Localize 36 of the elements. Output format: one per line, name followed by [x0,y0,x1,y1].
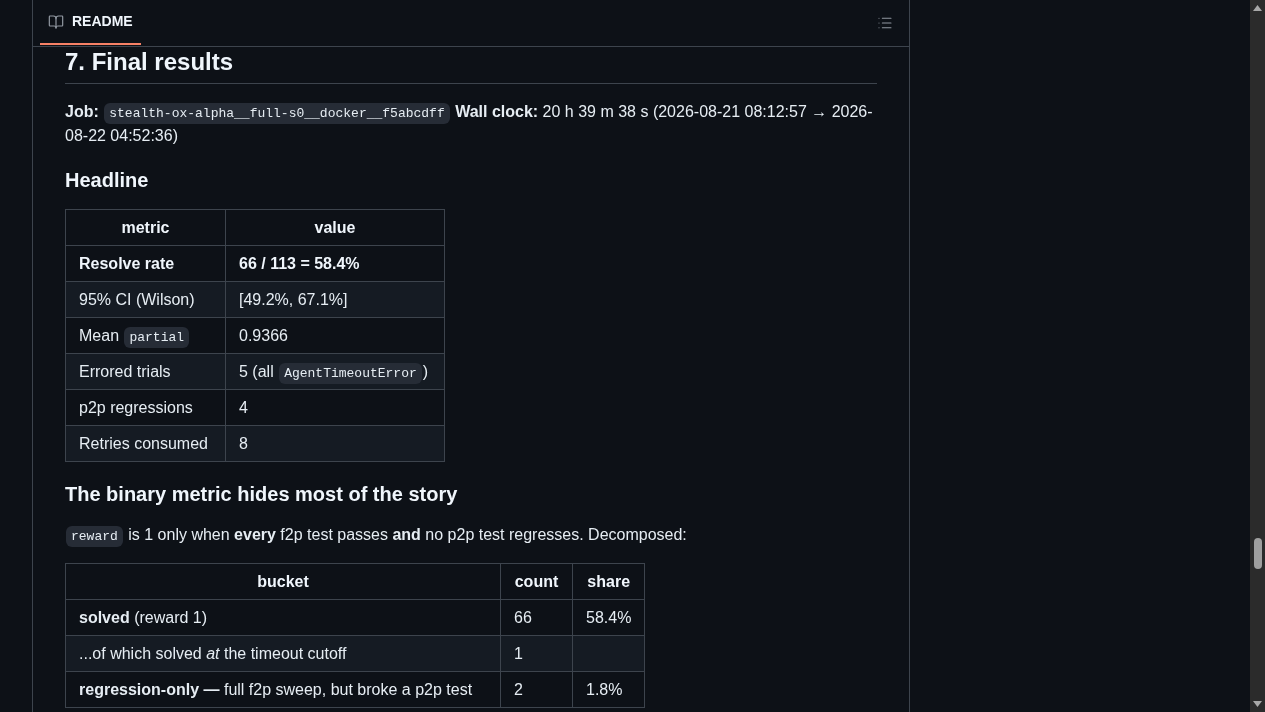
table-cell: Resolve rate [65,245,226,282]
table-cell: solved (reward 1) [65,599,501,636]
section-heading: 7. Final results [65,47,877,84]
list-icon [877,15,893,31]
readme-tab[interactable]: README [40,0,141,45]
scrollbar-thumb[interactable] [1253,538,1262,569]
column-header: share [572,563,645,600]
table-cell: 1 [500,635,573,672]
table-cell: regression-only — full f2p sweep, but broke a p2p test [65,671,501,708]
paragraph: reward is 1 only when every f2p test passes and no p2p test regresses. Decomposed: [65,523,877,547]
table-cell: Errored trials [65,353,226,390]
table-cell: [49.2%, 67.1%] [225,281,445,318]
scroll-up-arrow-icon[interactable] [1253,5,1262,11]
table-cell: Mean partial [65,317,226,354]
book-icon [48,13,64,30]
column-header: count [500,563,573,600]
table-cell: 5 (all AgentTimeoutError ) [225,353,445,390]
table-cell: 0.9366 [225,317,445,354]
table-cell: 58.4% [572,599,645,636]
table-cell: 2 [500,671,573,708]
column-header: metric [65,209,226,246]
table-cell: 8 [225,425,445,462]
table-cell: 66 / 113 = 58.4% [225,245,445,282]
table-cell: p2p regressions [65,389,226,426]
subsection-heading: The binary metric hides most of the story [65,482,459,507]
subsection-heading: Headline [65,168,150,193]
table-cell: 4 [225,389,445,426]
table-cell: 66 [500,599,573,636]
table-cell: Retries consumed [65,425,226,462]
column-header: value [225,209,445,246]
table-cell: ...of which solved at the timeout cutoff [65,635,501,672]
scroll-down-arrow-icon[interactable] [1253,701,1262,707]
table-cell: 1.8% [572,671,645,708]
column-header: bucket [65,563,501,600]
table-cell: 95% CI (Wilson) [65,281,226,318]
paragraph: Job: stealth-ox-alpha__full-s0__docker__f5abcdff Wall clock: 20 h 39 m 38 s (2026-08-21 08:12:57 → 2026-08-22 04:52:36) [65,102,874,146]
